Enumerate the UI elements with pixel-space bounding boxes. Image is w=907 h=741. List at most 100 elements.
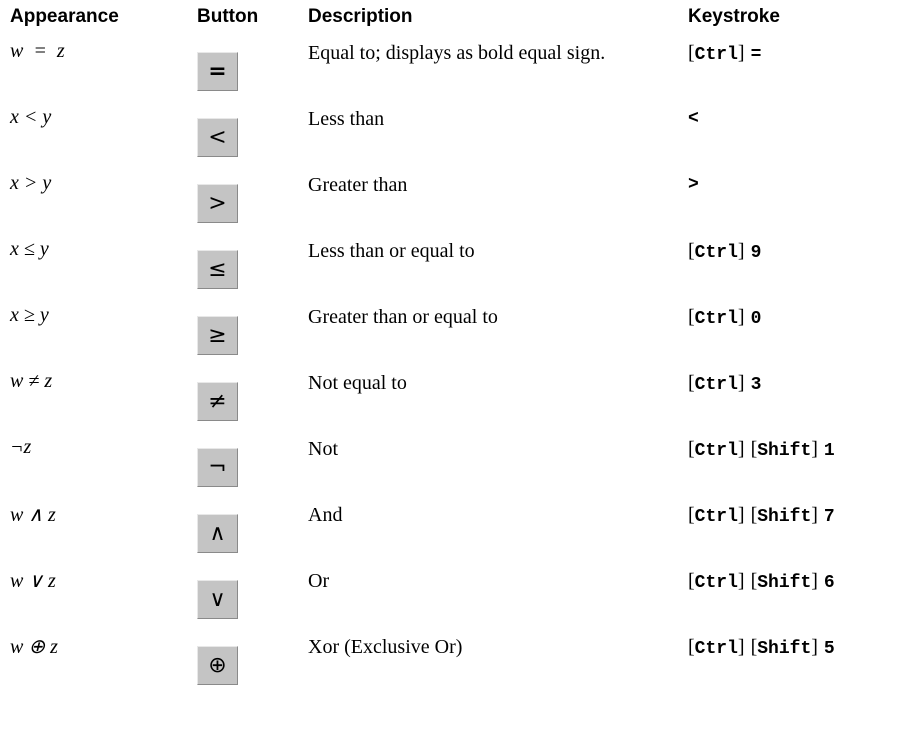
operator-button[interactable]: ⊕ — [197, 646, 238, 685]
key-final: 9 — [750, 243, 762, 263]
appearance-text: x < y — [10, 106, 52, 128]
key-bracket-close: ] — [737, 372, 745, 394]
key-bracket-open: [ — [688, 240, 695, 262]
key-name: Shift — [757, 639, 812, 659]
keystroke: [Ctrl] 9 — [688, 240, 761, 263]
key-bracket-open: [ — [688, 570, 695, 592]
key-final: 7 — [823, 507, 835, 527]
and-icon: ∧ — [209, 521, 226, 546]
key-name: Ctrl — [694, 507, 738, 527]
key-bracket-close: ] — [811, 504, 818, 526]
key-name: Ctrl — [694, 639, 738, 659]
keystroke: [Ctrl] [Shift] 1 — [688, 438, 835, 461]
table-row: x < y < Less than < — [0, 104, 907, 170]
key-final: 6 — [823, 573, 835, 593]
or-icon: ∨ — [209, 587, 226, 612]
appearance-text: w ⊕ z — [10, 636, 58, 658]
operator-button[interactable]: = — [197, 52, 238, 91]
key-name: Ctrl — [694, 441, 738, 461]
key-bracket-close: ] — [811, 636, 818, 658]
operator-button[interactable]: ∨ — [197, 580, 238, 619]
keystroke: [Ctrl] [Shift] 5 — [688, 636, 835, 659]
key-final: 5 — [823, 639, 835, 659]
table-row: w ∨ z ∨ Or [Ctrl] [Shift] 6 — [0, 566, 907, 632]
greater-than-icon: > — [208, 191, 227, 216]
key-name: Shift — [757, 573, 812, 593]
key-final: > — [688, 175, 699, 195]
less-equal-icon: ≤ — [208, 257, 227, 282]
table-row: w = z = Equal to; displays as bold equal s… — [0, 38, 907, 104]
key-final: = — [750, 45, 762, 65]
operator-button[interactable]: < — [197, 118, 238, 157]
key-bracket-open: [ — [688, 372, 695, 394]
operator-button[interactable]: ≥ — [197, 316, 238, 355]
description-text: Greater than or equal to — [308, 306, 498, 328]
operator-button[interactable]: > — [197, 184, 238, 223]
description-text: Equal to; displays as bold equal sign. — [308, 42, 606, 64]
greater-equal-icon: ≥ — [208, 323, 227, 348]
equals-icon: = — [208, 59, 227, 84]
header-button: Button — [197, 6, 259, 27]
keystroke: [Ctrl] 3 — [688, 372, 761, 395]
operator-button[interactable]: ≠ — [197, 382, 238, 421]
table-row: w ∧ z ∧ And [Ctrl] [Shift] 7 — [0, 500, 907, 566]
key-name: Ctrl — [694, 375, 738, 395]
key-bracket-close: ] — [811, 570, 818, 592]
key-bracket-close: ] — [737, 306, 745, 328]
xor-icon: ⊕ — [208, 653, 227, 678]
appearance-text: w ∨ z — [10, 570, 56, 592]
key-bracket-close: ] — [737, 42, 745, 64]
description-text: Greater than — [308, 174, 408, 196]
key-name: Ctrl — [694, 573, 738, 593]
key-bracket-close: ] — [737, 636, 745, 658]
appearance-text: w = z — [10, 40, 65, 62]
header-keystroke: Keystroke — [688, 6, 780, 27]
not-icon: ¬ — [208, 455, 227, 480]
key-name: Shift — [757, 507, 812, 527]
key-name: Shift — [757, 441, 812, 461]
description-text: And — [308, 504, 343, 526]
operator-button[interactable]: ¬ — [197, 448, 238, 487]
appearance-text: x ≥ y — [10, 304, 49, 326]
key-bracket-close: ] — [811, 438, 818, 460]
key-bracket-open: [ — [688, 306, 695, 328]
keystroke: [Ctrl] [Shift] 6 — [688, 570, 835, 593]
description-text: Not — [308, 438, 338, 460]
key-bracket-close: ] — [737, 438, 745, 460]
key-bracket-close: ] — [737, 570, 745, 592]
table-row: x ≥ y ≥ Greater than or equal to [Ctrl] 0 — [0, 302, 907, 368]
key-bracket-open: [ — [688, 438, 695, 460]
table-row: x > y > Greater than > — [0, 170, 907, 236]
appearance-text: x > y — [10, 172, 52, 194]
key-name: Ctrl — [694, 309, 738, 329]
key-bracket-open: [ — [688, 636, 695, 658]
key-name: Ctrl — [694, 45, 738, 65]
key-final: 0 — [750, 309, 762, 329]
header-appearance: Appearance — [10, 6, 119, 27]
operator-button[interactable]: ≤ — [197, 250, 238, 289]
table-row: ¬z ¬ Not [Ctrl] [Shift] 1 — [0, 434, 907, 500]
key-name: Ctrl — [694, 243, 738, 263]
key-final: 3 — [750, 375, 762, 395]
description-text: Or — [308, 570, 330, 592]
keystroke: < — [688, 108, 699, 129]
table-row: w ⊕ z ⊕ Xor (Exclusive Or) [Ctrl] [Shift] 5 — [0, 632, 907, 698]
appearance-text: x ≤ y — [10, 238, 49, 260]
table-row: w ≠ z ≠ Not equal to [Ctrl] 3 — [0, 368, 907, 434]
key-bracket-open: [ — [688, 42, 695, 64]
keystroke: [Ctrl] = — [688, 42, 761, 65]
key-bracket-open: [ — [688, 504, 695, 526]
keystroke: [Ctrl] 0 — [688, 306, 761, 329]
keystroke: > — [688, 174, 699, 195]
description-text: Xor (Exclusive Or) — [308, 636, 463, 658]
less-than-icon: < — [208, 125, 227, 150]
key-bracket-close: ] — [737, 240, 745, 262]
keystroke: [Ctrl] [Shift] 7 — [688, 504, 835, 527]
appearance-text: ¬z — [10, 436, 32, 458]
not-equal-icon: ≠ — [208, 389, 227, 414]
key-final: 1 — [823, 441, 835, 461]
appearance-text: w ∧ z — [10, 504, 56, 526]
operator-button[interactable]: ∧ — [197, 514, 238, 553]
table-row: x ≤ y ≤ Less than or equal to [Ctrl] 9 — [0, 236, 907, 302]
description-text: Not equal to — [308, 372, 407, 394]
